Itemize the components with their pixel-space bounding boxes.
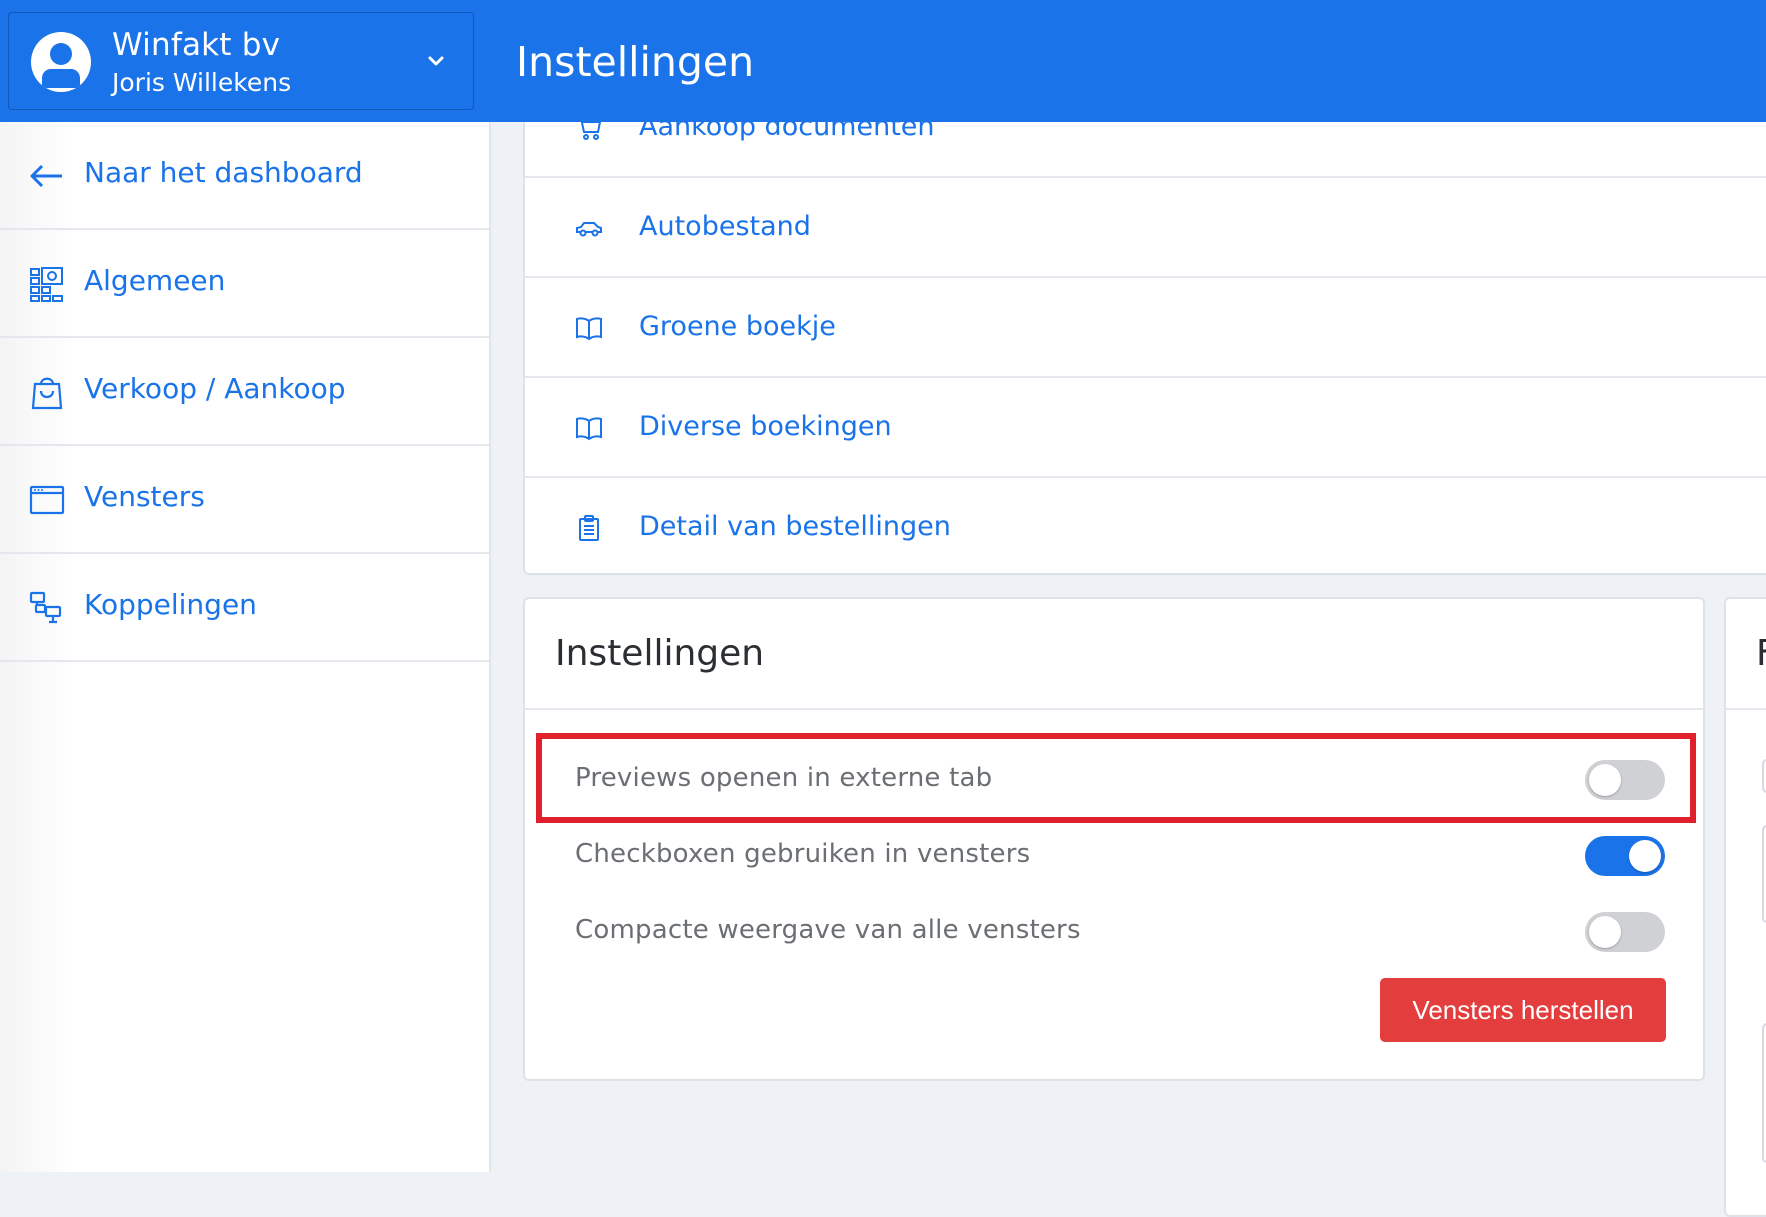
list-item-autobestand[interactable]: Autobestand xyxy=(525,178,1766,278)
list-item-diverse-boekingen[interactable]: Diverse boekingen xyxy=(525,378,1766,478)
sidebar-item-label: Algemeen xyxy=(84,264,226,297)
sidebar-item-koppelingen[interactable]: Koppelingen xyxy=(0,554,489,662)
sidebar-item-label: Verkoop / Aankoop xyxy=(84,372,346,405)
checkboxen-toggle[interactable] xyxy=(1585,836,1665,876)
book-icon xyxy=(576,417,602,441)
right-panel-field[interactable] xyxy=(1762,1023,1766,1163)
cart-icon xyxy=(577,117,602,140)
list-item-label: Aankoop documenten xyxy=(639,111,935,142)
sidebar-item-algemeen[interactable]: Algemeen xyxy=(0,230,489,338)
arrow-left-icon xyxy=(30,164,62,188)
clipboard-icon xyxy=(579,515,599,541)
company-name: Winfakt bv xyxy=(112,27,281,63)
setting-label: Checkboxen gebruiken in vensters xyxy=(575,839,1031,869)
user-name: Joris Willekens xyxy=(112,68,292,97)
book-icon xyxy=(576,317,602,341)
sidebar-item-verkoop-aankoop[interactable]: Verkoop / Aankoop xyxy=(0,338,489,446)
list-item-aankoop-documenten[interactable]: Aankoop documenten xyxy=(525,78,1766,178)
list-item-label: Detail van bestellingen xyxy=(639,511,951,542)
user-avatar-icon xyxy=(31,32,91,92)
list-item-groene-boekje[interactable]: Groene boekje xyxy=(525,278,1766,378)
window-icon xyxy=(29,485,65,515)
car-icon xyxy=(576,222,602,237)
sidebar-item-label: Koppelingen xyxy=(84,588,257,621)
settings-title: Instellingen xyxy=(555,633,765,674)
sidebar: Naar het dashboard Algemeen Verkoop / Aa… xyxy=(0,122,491,1172)
vensters-herstellen-button[interactable]: Vensters herstellen xyxy=(1380,978,1666,1042)
shopping-bag-icon xyxy=(31,377,63,410)
sidebar-item-label: Naar het dashboard xyxy=(84,156,363,189)
setting-label: Compacte weergave van alle vensters xyxy=(575,915,1081,945)
right-panel-field[interactable] xyxy=(1762,825,1766,923)
right-panel-field[interactable] xyxy=(1762,759,1766,793)
setting-row-checkboxen: Checkboxen gebruiken in vensters xyxy=(525,826,1703,882)
right-panel: F xyxy=(1724,597,1766,1217)
settings-header: Instellingen xyxy=(525,599,1703,710)
right-panel-title: F xyxy=(1756,633,1766,674)
setting-row-compacte-weergave: Compacte weergave van alle vensters xyxy=(525,902,1703,958)
chevron-down-icon[interactable] xyxy=(427,55,445,67)
settings-grid-icon xyxy=(30,267,63,302)
network-icon xyxy=(29,591,62,624)
account-switcher[interactable]: Winfakt bv Joris Willekens xyxy=(8,12,474,110)
document-list: Aankoop documenten Autobestand Groene bo… xyxy=(523,111,1766,578)
settings-panel: Instellingen Previews openen in externe … xyxy=(523,597,1705,1081)
list-item-label: Groene boekje xyxy=(639,311,836,342)
list-item-detail-van-bestellingen[interactable]: Detail van bestellingen xyxy=(525,478,1766,578)
list-item-label: Autobestand xyxy=(639,211,811,242)
sidebar-item-label: Vensters xyxy=(84,480,205,513)
sidebar-item-vensters[interactable]: Vensters xyxy=(0,446,489,554)
sidebar-item-dashboard[interactable]: Naar het dashboard xyxy=(0,122,489,230)
compacte-weergave-toggle[interactable] xyxy=(1585,912,1665,952)
list-item-label: Diverse boekingen xyxy=(639,411,892,442)
highlight-box xyxy=(536,733,1696,823)
right-panel-header: F xyxy=(1726,599,1766,710)
